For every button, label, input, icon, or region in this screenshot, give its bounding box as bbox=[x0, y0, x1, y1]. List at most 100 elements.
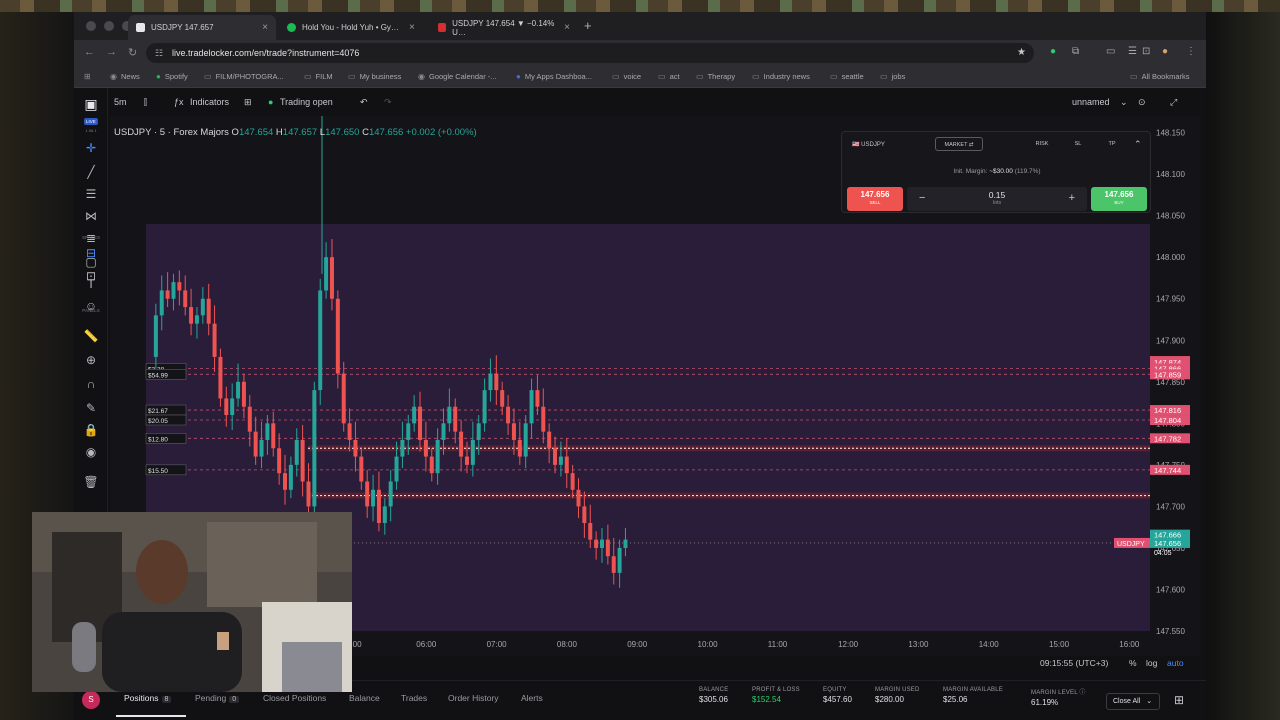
all-bookmarks[interactable]: ▭ All Bookmarks bbox=[1130, 72, 1190, 81]
bookmark-news[interactable]: ◉ News bbox=[110, 72, 140, 81]
buy-button[interactable]: 147.656 BUY bbox=[1091, 187, 1147, 211]
browser-tab-2[interactable]: Hold You - Hold Yuh • Gy… × bbox=[279, 15, 427, 40]
trash-icon[interactable]: 🗑 bbox=[83, 474, 99, 490]
time-axis-label: 12:00 bbox=[838, 640, 859, 649]
trading-status[interactable]: Trading open bbox=[280, 97, 333, 107]
horizontal-lines-icon[interactable]: ☰ bbox=[83, 186, 99, 202]
spaces-label: SPACES bbox=[82, 235, 100, 240]
chart-type-icon[interactable]: ⫿ bbox=[144, 97, 147, 108]
extensions-icon[interactable]: ⧉ bbox=[1072, 46, 1079, 57]
ruler-icon[interactable]: 📏 bbox=[83, 328, 99, 344]
grammarly-extension-icon[interactable]: ● bbox=[1050, 46, 1056, 57]
log-scale-toggle[interactable]: log bbox=[1146, 658, 1157, 668]
bookmark-therapy[interactable]: ▭ Therapy bbox=[696, 72, 735, 81]
undo-icon[interactable]: ↶ bbox=[360, 97, 368, 108]
drawing-lock-icon[interactable]: ✎ bbox=[83, 400, 99, 416]
decrease-lots-button[interactable]: − bbox=[919, 192, 925, 204]
take-profit-button[interactable]: TP bbox=[1098, 141, 1126, 147]
tab-balance[interactable]: Balance bbox=[349, 693, 380, 703]
text-icon[interactable]: T bbox=[83, 276, 99, 292]
increase-lots-button[interactable]: + bbox=[1069, 192, 1075, 204]
forward-icon[interactable]: → bbox=[106, 46, 117, 58]
more-options-icon[interactable]: ⋮ bbox=[1186, 46, 1196, 57]
bookmark-star-icon[interactable]: ★ bbox=[1017, 43, 1026, 63]
close-window-button[interactable] bbox=[86, 21, 96, 31]
tab-positions[interactable]: Positions 8 bbox=[124, 693, 172, 703]
close-all-dropdown[interactable]: Close All ⌄ bbox=[1106, 693, 1160, 710]
visibility-icon[interactable]: ◉ bbox=[83, 444, 99, 460]
lock-icon[interactable]: 🔒 bbox=[83, 422, 99, 438]
candle-body bbox=[353, 439, 358, 457]
emoji-icon[interactable]: ☺ bbox=[83, 298, 99, 314]
fullscreen-icon[interactable]: ⤢ bbox=[1170, 97, 1177, 108]
trendline-icon[interactable]: ╱ bbox=[83, 164, 99, 180]
zoom-icon[interactable]: ⊕ bbox=[83, 352, 99, 368]
candle-body bbox=[558, 456, 563, 465]
order-type-dropdown[interactable]: MARKET ⇄ bbox=[935, 137, 983, 151]
tab-order-history[interactable]: Order History bbox=[448, 693, 499, 703]
apps-grid-icon[interactable]: ⊞ bbox=[84, 72, 91, 81]
layouts-icon[interactable]: ⊞ bbox=[244, 97, 252, 108]
back-icon[interactable]: ← bbox=[84, 46, 95, 58]
bookmark-industry-news[interactable]: ▭ Industry news bbox=[752, 72, 810, 81]
lots-value[interactable]: 0.15 bbox=[907, 190, 1087, 200]
lots-stepper[interactable]: − 0.15 lots + bbox=[907, 187, 1087, 211]
minimize-window-button[interactable] bbox=[104, 21, 114, 31]
stop-loss-button[interactable]: SL bbox=[1064, 141, 1092, 147]
url-field[interactable]: ☷ live.tradelocker.com/en/trade?instrume… bbox=[146, 43, 1034, 63]
chevron-down-icon[interactable]: ⌄ bbox=[1120, 97, 1128, 108]
timeframe-selector[interactable]: 5m bbox=[114, 97, 127, 107]
tab-closed-positions[interactable]: Closed Positions bbox=[263, 693, 326, 703]
menu-icon[interactable]: ☰ bbox=[1128, 46, 1137, 57]
browser-tab-1[interactable]: USDJPY 147.657 × bbox=[128, 15, 276, 40]
layout-name-dropdown[interactable]: unnamed bbox=[1072, 97, 1110, 107]
close-tab-icon[interactable]: × bbox=[262, 22, 268, 33]
bookmark-voice[interactable]: ▭ voice bbox=[612, 72, 641, 81]
bookmark-seattle[interactable]: ▭ seattle bbox=[830, 72, 864, 81]
bookmark-my-business[interactable]: ▭ My business bbox=[348, 72, 401, 81]
browser-tab-3[interactable]: USDJPY 147.654 ▼ −0.14% U… × bbox=[430, 15, 578, 40]
redo-icon[interactable]: ↷ bbox=[384, 97, 392, 108]
candle-body bbox=[576, 489, 581, 507]
rectangle-icon[interactable]: ▢ bbox=[83, 254, 99, 270]
stat-margin-used: MARGIN USED $280.00 bbox=[875, 687, 920, 704]
time-axis-label: 09:00 bbox=[627, 640, 648, 649]
sell-button[interactable]: 147.656 SELL bbox=[847, 187, 903, 211]
auto-scale-toggle[interactable]: auto bbox=[1167, 658, 1184, 668]
bookmark-my-apps[interactable]: ● My Apps Dashboa... bbox=[516, 72, 592, 81]
candle-body bbox=[241, 381, 246, 407]
tab-trades[interactable]: Trades bbox=[401, 693, 427, 703]
risk-button[interactable]: RISK bbox=[1028, 141, 1056, 147]
candle-body bbox=[206, 298, 211, 324]
profile-avatar-icon[interactable]: ● bbox=[1162, 46, 1168, 57]
site-info-icon[interactable]: ☷ bbox=[155, 43, 163, 63]
candle-body bbox=[224, 398, 229, 416]
bookmark-google-calendar[interactable]: ◉ Google Calendar -... bbox=[418, 72, 497, 81]
bookmark-spotify[interactable]: ● Spotify bbox=[156, 72, 188, 81]
high-value: 147.657 bbox=[282, 127, 318, 138]
new-tab-button[interactable]: + bbox=[584, 18, 592, 33]
reload-icon[interactable]: ↻ bbox=[128, 46, 137, 59]
bookmark-jobs[interactable]: ▭ jobs bbox=[880, 72, 905, 81]
bookmark-act[interactable]: ▭ act bbox=[658, 72, 680, 81]
info-icon[interactable]: ⓘ bbox=[1079, 690, 1085, 696]
close-tab-icon[interactable]: × bbox=[564, 22, 570, 33]
indicators-button[interactable]: Indicators bbox=[190, 97, 229, 107]
camera-icon[interactable]: ⊙ bbox=[1138, 97, 1146, 108]
user-avatar[interactable]: S bbox=[82, 691, 100, 709]
tab-alerts[interactable]: Alerts bbox=[521, 693, 543, 703]
bookmark-film[interactable]: ▭ FILM bbox=[304, 72, 333, 81]
layout-grid-icon[interactable]: ⊞ bbox=[1174, 693, 1184, 707]
folder-icon: ▭ bbox=[696, 72, 704, 81]
collapse-panel-icon[interactable]: ⌃ bbox=[1134, 139, 1142, 150]
magnet-icon[interactable]: ∩ bbox=[83, 376, 99, 392]
crosshair-icon[interactable]: ✛ bbox=[83, 140, 99, 156]
pattern-icon[interactable]: ⋈ bbox=[83, 208, 99, 224]
bookmark-film-photography[interactable]: ▭ FILM/PHOTOGRA... bbox=[204, 72, 284, 81]
sidebar-icon[interactable]: ▭ bbox=[1106, 46, 1115, 57]
close-tab-icon[interactable]: × bbox=[409, 22, 415, 33]
tab-pending[interactable]: Pending 0 bbox=[195, 693, 240, 703]
percent-scale-toggle[interactable]: % bbox=[1129, 658, 1137, 668]
candle-body bbox=[194, 315, 199, 324]
screenshot-icon[interactable]: ⊡ bbox=[1142, 46, 1150, 57]
